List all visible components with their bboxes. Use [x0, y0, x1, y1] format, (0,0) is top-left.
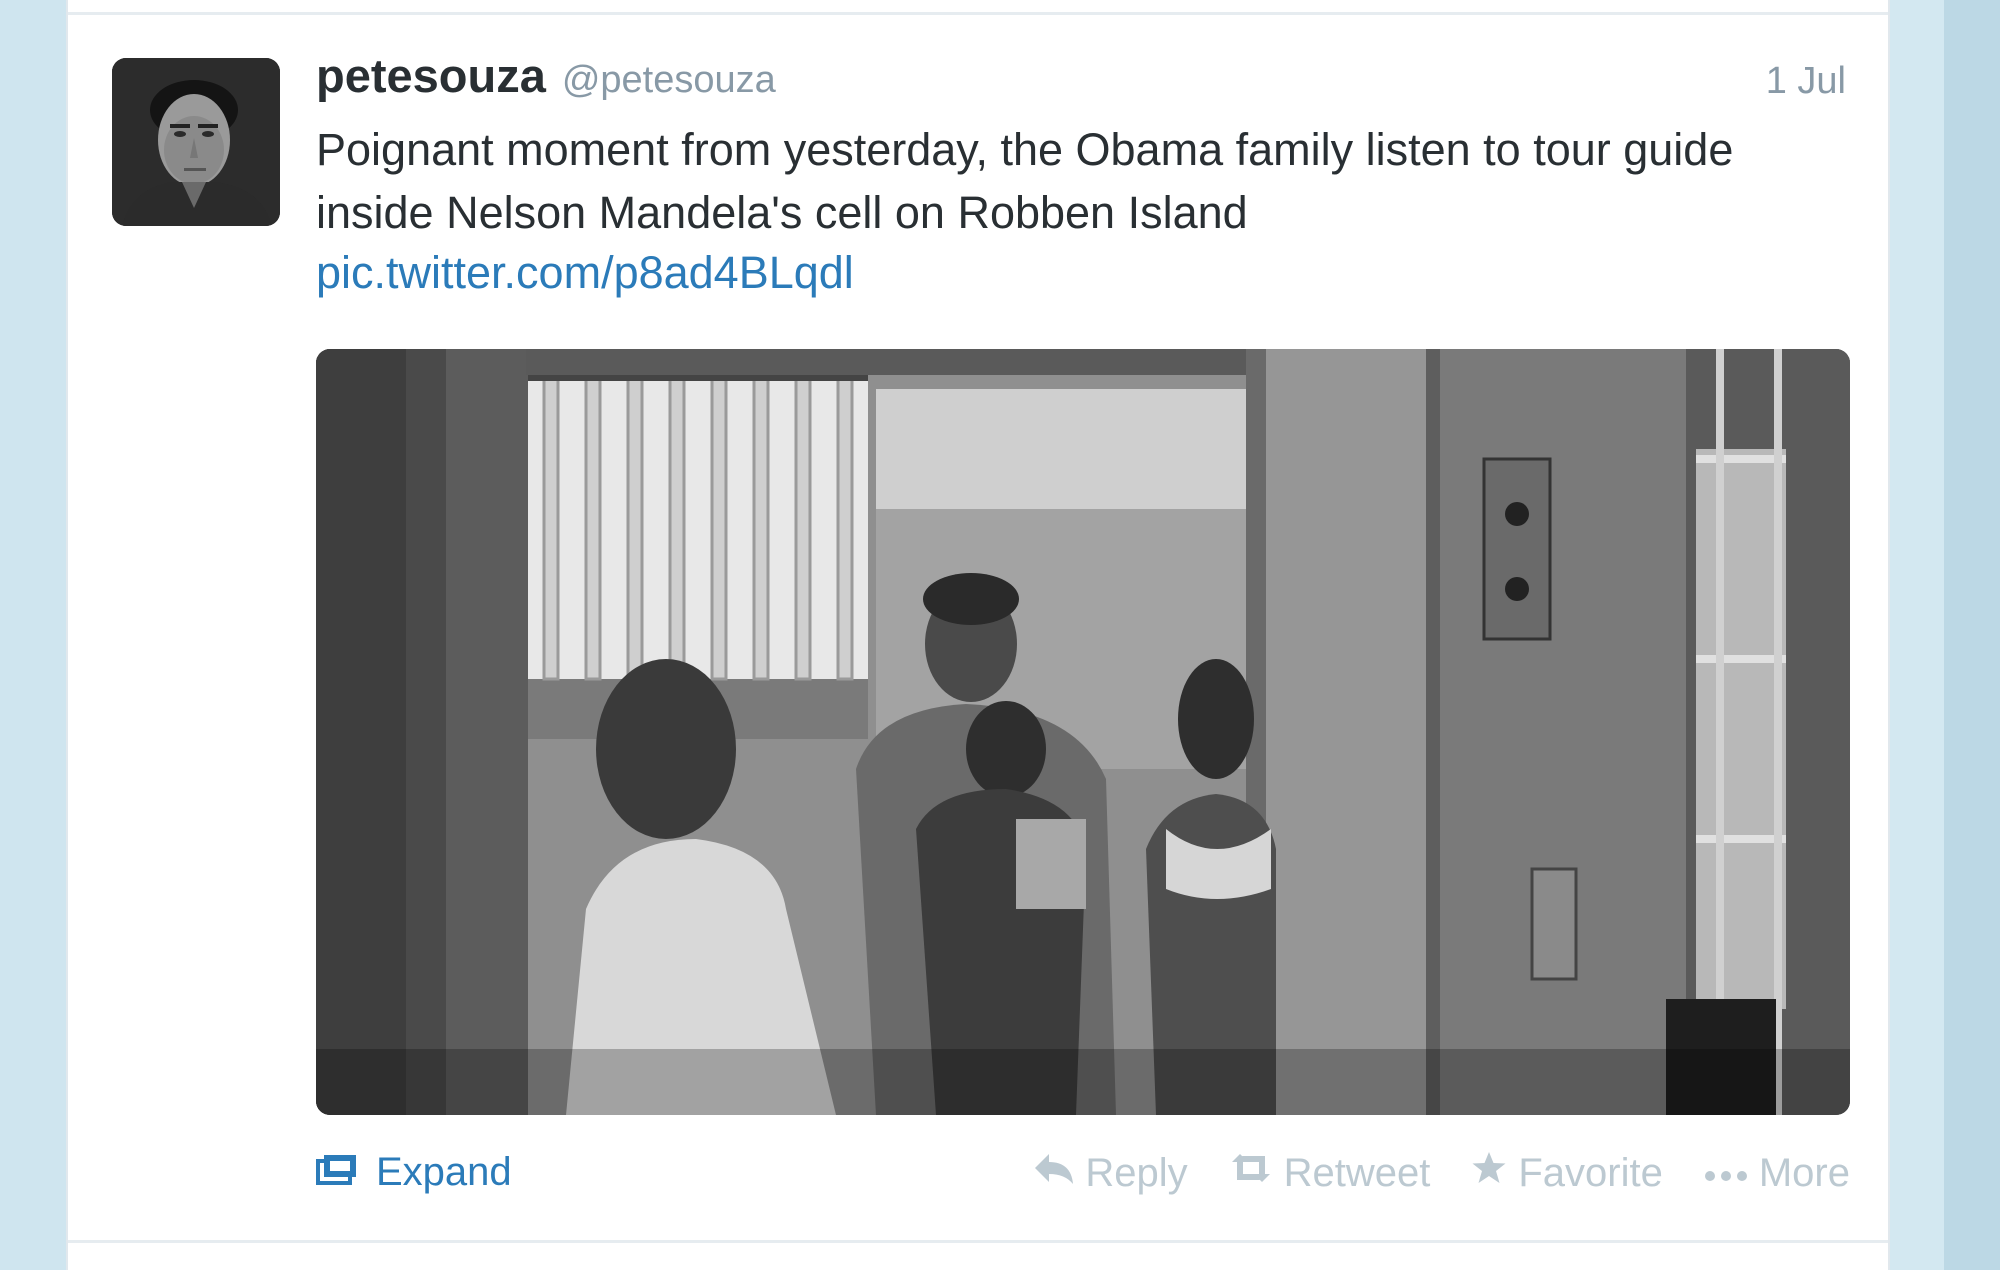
- page-background-right: [1890, 0, 1944, 1270]
- avatar[interactable]: [112, 58, 280, 226]
- tweet-text: Poignant moment from yesterday, the Obam…: [316, 124, 1734, 238]
- expand-photo-icon: [316, 1150, 360, 1195]
- ellipsis-icon: [1703, 1151, 1749, 1196]
- expand-button[interactable]: Expand: [316, 1150, 512, 1195]
- reply-arrow-icon: [1033, 1150, 1075, 1196]
- more-label: More: [1758, 1150, 1850, 1195]
- retweet-label: Retweet: [1283, 1150, 1431, 1195]
- favorite-button[interactable]: Favorite: [1470, 1150, 1663, 1196]
- expand-label: Expand: [376, 1150, 512, 1194]
- page-background-right-edge: [1944, 0, 2000, 1270]
- more-button[interactable]: More: [1703, 1151, 1850, 1196]
- reply-label: Reply: [1085, 1150, 1188, 1195]
- tweet-media-link[interactable]: pic.twitter.com/p8ad4BLqdl: [316, 244, 854, 302]
- tweet-divider-bottom: [68, 1240, 1888, 1243]
- author-username[interactable]: @petesouza: [562, 59, 776, 102]
- page-background-left: [0, 0, 66, 1270]
- author-fullname[interactable]: petesouza: [316, 48, 546, 103]
- tweet-timestamp[interactable]: 1 Jul: [1766, 60, 1846, 103]
- tweet-photo[interactable]: [316, 349, 1850, 1115]
- tweet-header: petesouza @petesouza: [316, 48, 776, 118]
- reply-button[interactable]: Reply: [1033, 1150, 1188, 1196]
- retweet-button[interactable]: Retweet: [1228, 1150, 1431, 1196]
- star-icon: [1470, 1150, 1508, 1196]
- favorite-label: Favorite: [1518, 1150, 1663, 1195]
- tweet-divider-top: [68, 12, 1888, 15]
- retweet-icon: [1228, 1150, 1274, 1196]
- tweet-action-bar: Expand Reply Retweet Favorite More: [316, 1150, 1850, 1206]
- tweet-actions: Reply Retweet Favorite More: [993, 1150, 1850, 1196]
- timeline-stream: petesouza @petesouza 1 Jul Poignant mome…: [66, 0, 1890, 1270]
